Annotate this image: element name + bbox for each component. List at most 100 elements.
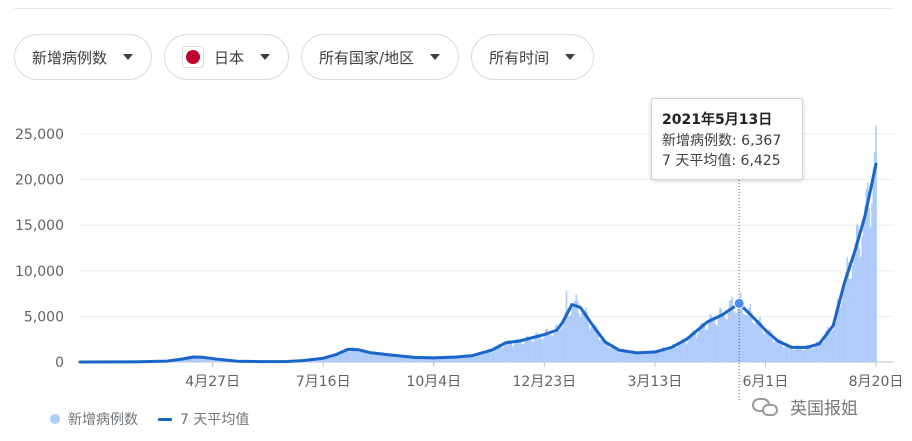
case-bar bbox=[626, 351, 629, 362]
y-tick-label: 5,000 bbox=[24, 309, 64, 325]
case-bar bbox=[576, 300, 579, 362]
case-bar bbox=[562, 322, 565, 362]
case-bar bbox=[510, 342, 513, 362]
case-bar bbox=[710, 315, 713, 362]
case-bar bbox=[764, 332, 767, 362]
case-bar bbox=[532, 342, 535, 362]
case-bar bbox=[705, 330, 707, 362]
case-bar bbox=[808, 346, 811, 362]
case-bar bbox=[656, 352, 659, 362]
case-bar bbox=[732, 311, 735, 362]
case-bar bbox=[872, 166, 875, 362]
case-bar bbox=[502, 348, 504, 362]
case-bar bbox=[597, 334, 600, 362]
case-bar bbox=[571, 308, 573, 362]
case-bar bbox=[868, 207, 870, 362]
case-bar bbox=[377, 354, 380, 362]
y-tick-label: 15,000 bbox=[15, 218, 64, 234]
case-bar bbox=[811, 347, 814, 362]
case-bar bbox=[766, 330, 768, 362]
case-bar bbox=[600, 339, 602, 362]
case-bar bbox=[695, 337, 698, 362]
case-bar bbox=[761, 331, 764, 362]
case-bar bbox=[795, 346, 797, 362]
case-bar bbox=[781, 343, 783, 362]
case-bar bbox=[658, 351, 660, 362]
case-bar bbox=[814, 345, 817, 362]
case-bar bbox=[565, 290, 568, 362]
case-bar bbox=[726, 320, 728, 362]
case-bar bbox=[737, 307, 739, 362]
case-bar bbox=[549, 334, 551, 362]
case-bar bbox=[567, 309, 569, 362]
cases-chart[interactable]: 0 5,000 10,000 15,000 20,000 25,000 4月27日 7月16日… bbox=[0, 0, 912, 441]
case-bar bbox=[745, 315, 747, 362]
chart-tooltip: 2021年5月13日 新增病例数: 6,367 7 天平均值: 6,425 bbox=[651, 98, 803, 180]
x-tick-label: 6月1日 bbox=[743, 374, 789, 390]
case-bar bbox=[354, 349, 356, 362]
case-bar bbox=[358, 352, 360, 362]
case-bar bbox=[481, 354, 483, 362]
case-bar bbox=[775, 338, 778, 362]
legend-bars-label: 新增病例数 bbox=[68, 412, 138, 428]
case-bar bbox=[550, 334, 553, 362]
case-bar bbox=[629, 353, 631, 362]
case-bar bbox=[561, 326, 564, 362]
case-bar bbox=[685, 344, 688, 362]
legend-line-swatch bbox=[158, 417, 172, 421]
legend-line-label: 7 天平均值 bbox=[180, 412, 250, 428]
case-bar bbox=[875, 125, 877, 363]
case-bar bbox=[608, 347, 611, 362]
case-bar bbox=[860, 256, 862, 362]
case-bar bbox=[839, 307, 841, 362]
case-bar bbox=[648, 353, 651, 362]
case-bar bbox=[491, 351, 493, 362]
case-bar bbox=[630, 352, 633, 362]
case-bar bbox=[528, 337, 530, 362]
case-bar bbox=[713, 319, 716, 362]
case-bar bbox=[791, 347, 793, 362]
case-bar bbox=[589, 329, 591, 362]
case-bar bbox=[540, 338, 543, 362]
case-bar bbox=[405, 357, 407, 362]
case-bar bbox=[753, 324, 756, 362]
case-bar bbox=[640, 353, 642, 362]
case-bar bbox=[395, 356, 398, 362]
case-bar bbox=[803, 350, 805, 362]
case-bar bbox=[847, 262, 850, 362]
case-bar bbox=[824, 337, 826, 362]
watermark-text: 英国报姐 bbox=[790, 399, 858, 419]
chart-legend: 新增病例数 7 天平均值 bbox=[50, 409, 249, 429]
case-bar bbox=[821, 342, 823, 362]
x-tick-label: 4月27日 bbox=[185, 374, 240, 390]
case-bar bbox=[727, 312, 729, 362]
case-bar bbox=[721, 313, 724, 362]
legend-bars-swatch bbox=[50, 414, 60, 424]
case-bar bbox=[590, 326, 593, 362]
case-bar bbox=[864, 205, 866, 362]
case-bar bbox=[717, 316, 720, 362]
case-bar bbox=[869, 227, 872, 362]
x-tick-label: 8月20日 bbox=[849, 374, 904, 390]
case-bar bbox=[394, 356, 396, 362]
case-bar bbox=[840, 302, 843, 362]
y-tick-label: 25,000 bbox=[15, 127, 64, 143]
x-tick-label: 3月13日 bbox=[628, 374, 683, 390]
case-bar bbox=[802, 349, 804, 362]
case-bar bbox=[820, 343, 822, 362]
case-bar bbox=[873, 151, 876, 362]
case-bar bbox=[818, 343, 821, 362]
case-bar bbox=[715, 324, 717, 362]
case-bar bbox=[592, 323, 594, 362]
case-bar bbox=[529, 338, 532, 362]
case-bar bbox=[813, 348, 815, 362]
case-bar bbox=[706, 328, 709, 362]
case-bar bbox=[756, 322, 758, 362]
case-bar bbox=[473, 356, 475, 362]
tooltip-cases-row: 新增病例数: 6,367 bbox=[662, 133, 782, 149]
case-bar bbox=[861, 236, 864, 362]
case-bar bbox=[558, 330, 561, 362]
case-bar bbox=[513, 344, 515, 362]
case-bar bbox=[357, 351, 359, 362]
case-bar bbox=[810, 346, 812, 362]
